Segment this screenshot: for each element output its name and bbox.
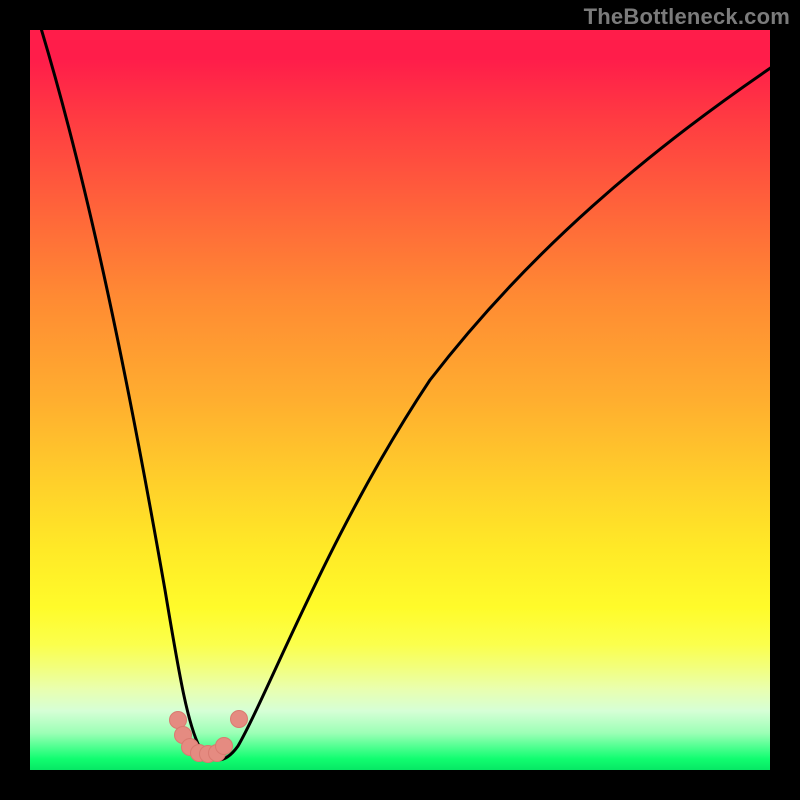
bottleneck-curve — [40, 30, 770, 760]
outer-frame: TheBottleneck.com — [0, 0, 800, 800]
marker-dot — [216, 738, 233, 755]
marker-dot — [231, 711, 248, 728]
curve-markers — [170, 711, 248, 763]
plot-area — [30, 30, 770, 770]
marker-dot — [170, 712, 187, 729]
chart-svg — [30, 30, 770, 770]
watermark-text: TheBottleneck.com — [584, 4, 790, 30]
